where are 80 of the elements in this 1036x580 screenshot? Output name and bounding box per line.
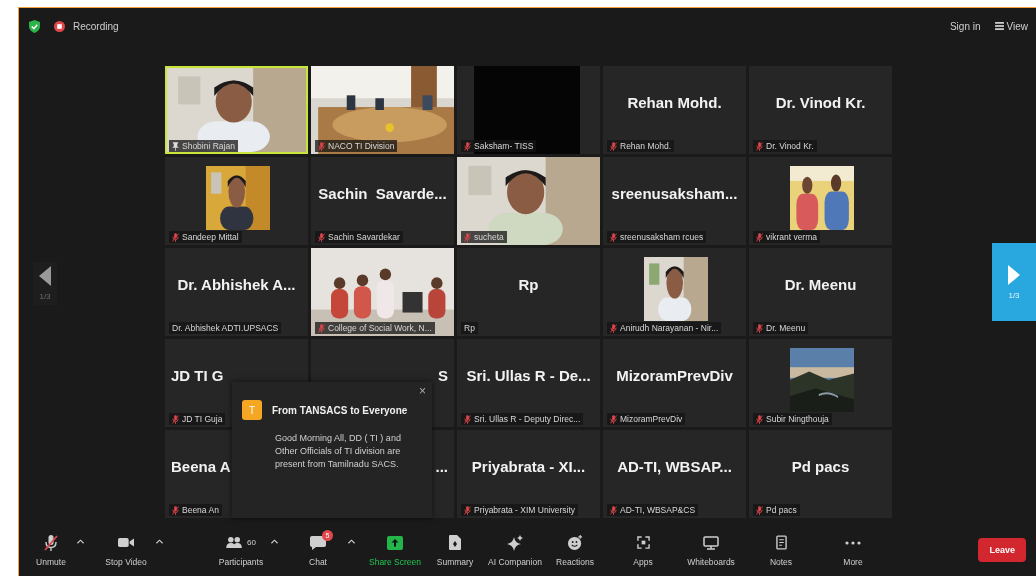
smiley-icon [567,535,583,550]
grid-icon [994,22,1004,30]
participant-name: Pd pacs [791,457,850,475]
participant-label: Rp [464,323,475,333]
participant-label: JD TI Guja [182,414,223,424]
participant-name: Beena A [171,457,231,475]
participant-label: Saksham- TISS [474,141,534,151]
participant-name: ... [435,457,448,475]
apps-icon [636,536,650,549]
sender-avatar: T [242,400,262,420]
toolbar-button[interactable]: Share Screen [367,533,423,567]
participant-label: Sandeep Mittal [182,232,239,242]
toolbar-button[interactable]: More [823,533,883,567]
participant-name: Sachin Savarde... [318,184,447,202]
toolbar-button[interactable]: AI Companion [487,533,543,567]
document-icon [449,535,461,550]
participant-name: AD-TI, WBSAP... [617,457,732,475]
toolbar-button[interactable]: Reactions [547,533,603,567]
participant-name: Rp [518,275,539,293]
share-screen-icon [387,535,403,550]
participant-label: MizoramPrevDiv [620,414,683,424]
leave-button[interactable]: Leave [978,538,1026,562]
participant-label: Pd pacs [766,505,797,515]
participant-label: Beena An [182,505,219,515]
participant-label: vikrant verma [766,232,817,242]
chat-bubble-icon [310,535,326,550]
caret-icon[interactable] [271,538,278,544]
caret-icon[interactable] [156,538,163,544]
toolbar-button[interactable]: Unmute [27,533,75,567]
shield-icon[interactable] [29,19,40,33]
participant-label: NACO TI Division [328,141,395,151]
participant-label: Subir Ningthouja [766,414,829,424]
participant-label: Dr. Meenu [766,323,806,333]
participant-label: sreenusaksham rcues [620,232,704,242]
toolbar-button[interactable]: Notes [751,533,811,567]
participant-label: Sachin Savardekar [328,232,400,242]
participant-name: Dr. Meenu [784,275,857,293]
participant-label: Priyabrata - XIM University [474,505,576,515]
participant-label: Dr. Vinod Kr. [766,141,814,151]
participant-label: Dr. Abhishek ADTI.UPSACS [172,323,279,333]
toolbar-button[interactable]: Summary [427,533,483,567]
participant-label: Shobini Rajan [182,141,235,151]
notepad-icon [775,535,787,550]
more-icon [845,540,861,545]
chat-sender: From TANSACS to Everyone [272,404,408,416]
participant-name: Dr. Vinod Kr. [775,93,866,111]
participant-name: S [438,366,448,384]
participant-label: AD-TI, WBSAP&CS [620,505,696,515]
close-button[interactable]: × [419,384,426,398]
participant-name: Priyabrata - XI... [471,457,586,475]
participant-label: Sri. Ullas R - Deputy Direc... [474,414,581,424]
participant-name: MizoramPrevDiv [616,366,733,384]
toolbar-button[interactable]: Stop Video [98,533,154,567]
recording-icon [54,20,65,32]
caret-icon[interactable] [348,538,355,544]
participant-count: 60 [247,538,256,547]
participant-name: JD TI G [171,366,224,384]
toolbar-button[interactable]: Whiteboards [683,533,739,567]
left-arrow-icon [39,265,51,286]
toolbar-button[interactable]: 60 Participants [213,533,269,567]
participant-name: sreenusaksham... [611,184,738,202]
caret-icon[interactable] [77,538,84,544]
chat-message: Good Morning All, DD ( TI ) and Other Officials of TI division are present from Tamilnadu SACS. [275,432,402,472]
people-icon [226,537,244,548]
camera-icon [118,537,134,548]
view-button[interactable]: View [994,20,1028,32]
participant-label: sucheta [474,232,504,242]
right-arrow-icon [1008,264,1020,285]
sign-in-link[interactable]: Sign in [949,20,981,32]
participant-label: Anirudh Narayanan - Nir... [620,323,719,333]
participant-name: Rehan Mohd. [627,93,722,111]
toolbar-button[interactable]: Apps [615,533,671,567]
monitor-icon [703,535,719,550]
participant-label: College of Social Work, N... [328,323,432,333]
recording-label: Recording [73,20,119,32]
chat-notification[interactable]: × T From TANSACS to Everyone Good Morning All, DD ( TI ) and Other Officials of TI division are present from Tamilnadu SACS. [232,382,432,518]
participant-name: Sri. Ullas R - De... [466,366,591,384]
sparkle-icon [507,534,523,551]
participant-label: Rehan Mohd. [620,141,672,151]
participant-name: Dr. Abhishek A... [177,275,296,293]
